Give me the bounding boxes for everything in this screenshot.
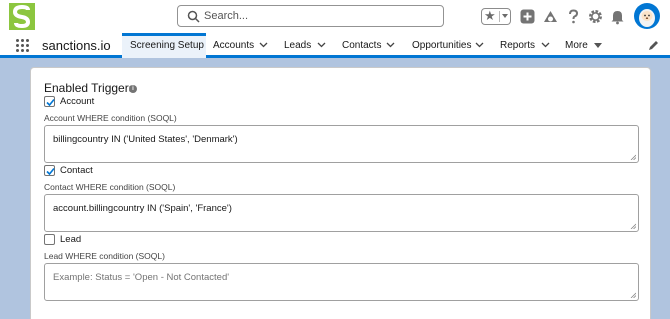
tab-accounts[interactable]: Accounts xyxy=(213,40,254,51)
global-search-input[interactable]: Search... xyxy=(177,5,444,27)
tab-screening-setup-label: Screening Setup xyxy=(130,40,204,51)
search-icon xyxy=(187,10,200,23)
tab-contacts[interactable]: Contacts xyxy=(342,40,381,51)
account-condition-value: billingcountry IN ('United States', 'Den… xyxy=(53,134,238,145)
app-launcher-icon[interactable] xyxy=(16,39,29,52)
resize-handle-icon[interactable] xyxy=(630,292,636,298)
chevron-down-icon[interactable] xyxy=(386,42,395,48)
account-checkbox-label: Account xyxy=(60,96,95,107)
lead-checkbox[interactable] xyxy=(44,234,55,245)
checkmark-icon xyxy=(46,98,55,107)
search-placeholder: Search... xyxy=(204,10,249,22)
astro-avatar-icon xyxy=(639,9,655,27)
contact-checkbox-label: Contact xyxy=(60,165,93,176)
chevron-down-icon[interactable] xyxy=(317,42,326,48)
sanctions-s-logo-icon[interactable] xyxy=(9,3,35,30)
tab-reports[interactable]: Reports xyxy=(500,40,535,51)
account-condition-textarea[interactable]: billingcountry IN ('United States', 'Den… xyxy=(44,125,639,163)
chevron-down-icon[interactable] xyxy=(502,14,508,18)
lead-checkbox-label: Lead xyxy=(60,234,82,245)
tab-opportunities[interactable]: Opportunities xyxy=(412,40,471,51)
user-avatar[interactable] xyxy=(634,3,660,29)
app-name: sanctions.io xyxy=(42,38,111,53)
help-icon[interactable] xyxy=(565,8,582,25)
lead-condition-label: Lead WHERE condition (SOQL) xyxy=(44,251,165,261)
tab-more[interactable]: More xyxy=(565,40,588,51)
resize-handle-icon[interactable] xyxy=(630,154,636,160)
contact-checkbox[interactable] xyxy=(44,165,55,176)
contact-condition-value: account.billingcountry IN ('Spain', 'Fra… xyxy=(53,203,232,214)
trailhead-icon[interactable] xyxy=(542,8,559,25)
add-plus-icon[interactable] xyxy=(519,8,536,25)
more-caret-icon[interactable] xyxy=(594,43,602,48)
account-condition-label: Account WHERE condition (SOQL) xyxy=(44,113,177,123)
favorites-button[interactable]: ★ xyxy=(481,8,511,25)
chevron-down-icon[interactable] xyxy=(541,42,550,48)
app-navigation-bar: sanctions.io Screening Setup Accounts Le… xyxy=(0,33,670,58)
favorites-star-icon: ★ xyxy=(484,8,496,23)
contact-condition-textarea[interactable]: account.billingcountry IN ('Spain', 'Fra… xyxy=(44,194,639,232)
chevron-down-icon[interactable] xyxy=(259,42,268,48)
notifications-bell-icon[interactable] xyxy=(609,8,626,25)
chevron-down-icon[interactable] xyxy=(475,42,484,48)
checkmark-icon xyxy=(46,167,55,176)
account-checkbox[interactable] xyxy=(44,96,55,107)
tab-screening-setup[interactable]: Screening Setup xyxy=(122,33,206,58)
favorites-divider xyxy=(499,11,500,22)
section-title: Enabled Triggers xyxy=(44,81,135,95)
contact-condition-label: Contact WHERE condition (SOQL) xyxy=(44,182,176,192)
edit-nav-pencil-icon[interactable] xyxy=(648,40,659,51)
lead-condition-textarea[interactable]: Example: Status = 'Open - Not Contacted' xyxy=(44,263,639,301)
settings-gear-icon[interactable] xyxy=(587,8,604,25)
global-header: Search... ★ xyxy=(0,0,670,33)
lead-condition-placeholder: Example: Status = 'Open - Not Contacted' xyxy=(53,272,230,283)
tab-leads[interactable]: Leads xyxy=(284,40,311,51)
resize-handle-icon[interactable] xyxy=(630,223,636,229)
info-icon[interactable]: i xyxy=(129,85,137,93)
